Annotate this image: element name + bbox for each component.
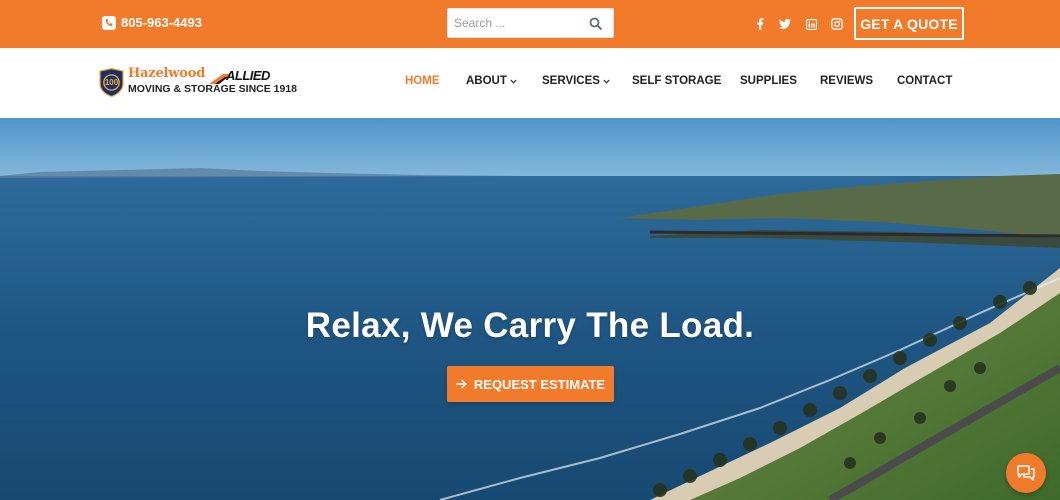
phone-number: 805-963-4493 bbox=[121, 15, 202, 30]
nav-supplies-label: SUPPLIES bbox=[740, 75, 797, 87]
nav-reviews-label: REVIEWS bbox=[820, 75, 874, 87]
phone-icon bbox=[102, 15, 116, 30]
logo-badge-text: 100 bbox=[104, 78, 119, 87]
nav-services[interactable]: SERVICES bbox=[542, 75, 610, 87]
nav-services-label: SERVICES bbox=[542, 75, 600, 87]
logo-partner: ALLIED bbox=[226, 68, 270, 83]
chevron-down-icon bbox=[603, 79, 610, 84]
nav-about-label: ABOUT bbox=[466, 75, 507, 87]
nav-reviews[interactable]: REVIEWS bbox=[820, 75, 873, 87]
nav-home-label: HOME bbox=[405, 75, 440, 87]
twitter-icon[interactable] bbox=[776, 15, 794, 33]
hero-title: Relax, We Carry The Load. bbox=[305, 306, 755, 345]
get-a-quote-button[interactable]: GET A QUOTE bbox=[854, 7, 964, 40]
logo-name: Hazelwood bbox=[128, 66, 206, 81]
nav-self-storage-label: SELF STORAGE bbox=[632, 75, 722, 87]
chevron-down-icon bbox=[510, 79, 517, 84]
chat-widget-button[interactable] bbox=[1006, 453, 1046, 493]
search-box bbox=[447, 8, 614, 38]
nav-contact-label: CONTACT bbox=[897, 75, 953, 87]
facebook-icon[interactable] bbox=[751, 15, 769, 33]
nav-about[interactable]: ABOUT bbox=[466, 75, 517, 87]
site-logo[interactable]: 100 Hazelwood ALLIED MOVING & STORAGE SI… bbox=[99, 66, 297, 98]
instagram-icon[interactable] bbox=[828, 15, 846, 33]
nav-supplies[interactable]: SUPPLIES bbox=[740, 75, 797, 87]
search-input[interactable] bbox=[448, 9, 588, 37]
request-estimate-label: REQUEST ESTIMATE bbox=[473, 376, 606, 392]
hero-banner: Relax, We Carry The Load. REQUEST ESTIMA… bbox=[0, 118, 1060, 500]
search-icon[interactable] bbox=[589, 17, 602, 35]
phone-link[interactable]: 805-963-4493 bbox=[102, 15, 202, 30]
arrow-right-icon bbox=[455, 379, 467, 389]
nav-home[interactable]: HOME bbox=[405, 75, 440, 87]
logo-tagline: MOVING & STORAGE SINCE 1918 bbox=[128, 83, 298, 95]
top-bar: 805-963-4493 GET A QUOTE bbox=[0, 0, 1060, 48]
request-estimate-button[interactable]: REQUEST ESTIMATE bbox=[447, 366, 614, 402]
chat-icon bbox=[1017, 465, 1035, 481]
nav-self-storage[interactable]: SELF STORAGE bbox=[632, 75, 721, 87]
linkedin-icon[interactable] bbox=[802, 15, 820, 33]
nav-contact[interactable]: CONTACT bbox=[897, 75, 952, 87]
